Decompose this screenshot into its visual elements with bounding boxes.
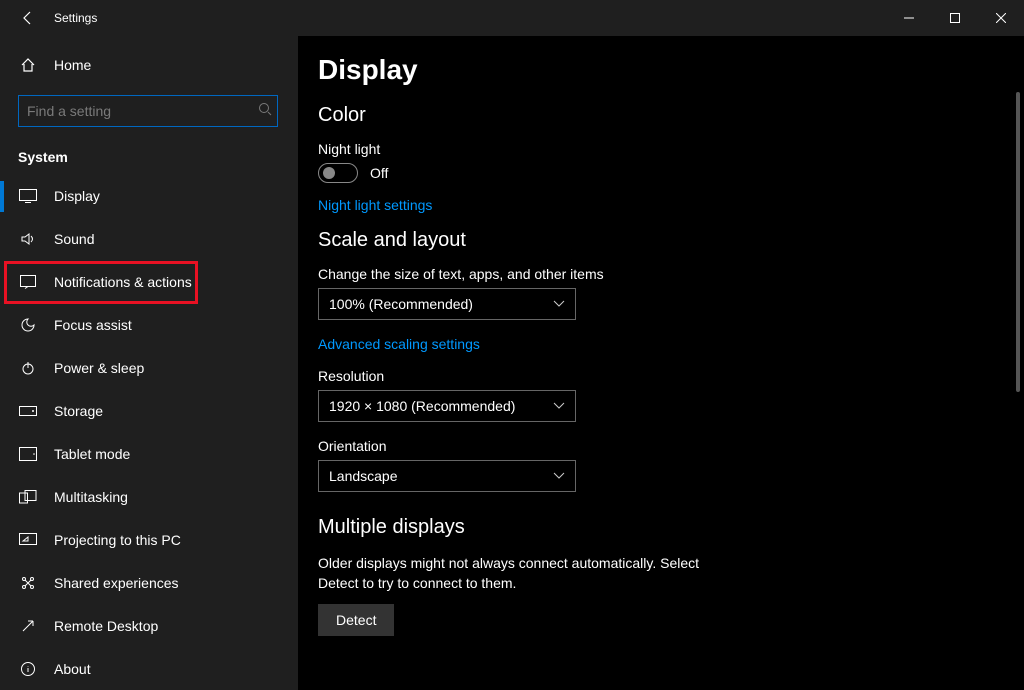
scrollbar[interactable] (1016, 92, 1020, 392)
power-icon (18, 360, 38, 376)
orientation-label: Orientation (318, 438, 1024, 454)
sidebar-item-projecting[interactable]: Projecting to this PC (0, 518, 298, 561)
chevron-down-icon (553, 402, 565, 410)
sidebar-item-label: Tablet mode (54, 446, 130, 462)
window-title: Settings (54, 11, 97, 25)
focus-assist-icon (18, 317, 38, 333)
chevron-down-icon (553, 300, 565, 308)
sidebar-item-notifications[interactable]: Notifications & actions (4, 261, 198, 304)
scale-select-value: 100% (Recommended) (329, 296, 473, 312)
search-input[interactable] (18, 95, 278, 127)
sidebar-item-storage[interactable]: Storage (0, 390, 298, 433)
sidebar: Home System Display Sound Notifications … (0, 36, 298, 690)
advanced-scaling-link[interactable]: Advanced scaling settings (318, 336, 480, 352)
scale-heading: Scale and layout (318, 229, 1024, 252)
sidebar-item-label: Projecting to this PC (54, 532, 181, 548)
sidebar-item-label: Remote Desktop (54, 618, 158, 634)
sound-icon (18, 231, 38, 247)
sidebar-item-label: Multitasking (54, 489, 128, 505)
sidebar-item-focus-assist[interactable]: Focus assist (0, 304, 298, 347)
shared-icon (18, 575, 38, 591)
sidebar-item-label: Display (54, 188, 100, 204)
remote-desktop-icon (18, 618, 38, 634)
resolution-select-value: 1920 × 1080 (Recommended) (329, 398, 515, 414)
close-button[interactable] (978, 0, 1024, 36)
notifications-icon (18, 275, 38, 289)
sidebar-item-label: Focus assist (54, 317, 132, 333)
sidebar-item-tablet-mode[interactable]: Tablet mode (0, 432, 298, 475)
night-light-label: Night light (318, 141, 1024, 157)
main-content: Display Color Night light Off Night ligh… (298, 36, 1024, 690)
about-icon (18, 661, 38, 677)
sidebar-item-remote-desktop[interactable]: Remote Desktop (0, 604, 298, 647)
window-controls (886, 0, 1024, 36)
multitasking-icon (18, 490, 38, 504)
sidebar-item-multitasking[interactable]: Multitasking (0, 475, 298, 518)
tablet-icon (18, 447, 38, 461)
resolution-label: Resolution (318, 368, 1024, 384)
sidebar-item-display[interactable]: Display (0, 175, 298, 218)
minimize-button[interactable] (886, 0, 932, 36)
sidebar-item-sound[interactable]: Sound (0, 218, 298, 261)
scale-label: Change the size of text, apps, and other… (318, 266, 1024, 282)
sidebar-section-label: System (0, 141, 298, 175)
page-title: Display (318, 54, 1024, 86)
color-heading: Color (318, 104, 1024, 127)
sidebar-item-label: Storage (54, 403, 103, 419)
sidebar-item-label: Notifications & actions (54, 274, 192, 290)
titlebar: Settings (0, 0, 1024, 36)
orientation-select[interactable]: Landscape (318, 460, 576, 492)
home-icon (18, 57, 38, 73)
chevron-down-icon (553, 472, 565, 480)
orientation-select-value: Landscape (329, 468, 398, 484)
night-light-settings-link[interactable]: Night light settings (318, 197, 432, 213)
maximize-button[interactable] (932, 0, 978, 36)
multiple-displays-heading: Multiple displays (318, 516, 1024, 539)
detect-button[interactable]: Detect (318, 604, 394, 636)
detect-button-label: Detect (336, 612, 376, 628)
sidebar-item-label: Sound (54, 231, 94, 247)
night-light-toggle[interactable] (318, 163, 358, 183)
sidebar-item-power-sleep[interactable]: Power & sleep (0, 347, 298, 390)
sidebar-item-label: Power & sleep (54, 360, 144, 376)
resolution-select[interactable]: 1920 × 1080 (Recommended) (318, 390, 576, 422)
sidebar-item-about[interactable]: About (0, 647, 298, 690)
projecting-icon (18, 533, 38, 547)
storage-icon (18, 406, 38, 416)
sidebar-item-label: Shared experiences (54, 575, 179, 591)
back-button[interactable] (16, 6, 40, 30)
sidebar-item-shared-experiences[interactable]: Shared experiences (0, 561, 298, 604)
night-light-state: Off (370, 165, 388, 181)
multiple-displays-desc: Older displays might not always connect … (318, 553, 718, 594)
scale-select[interactable]: 100% (Recommended) (318, 288, 576, 320)
sidebar-home[interactable]: Home (0, 44, 298, 87)
search-icon (258, 102, 272, 116)
display-icon (18, 189, 38, 203)
sidebar-home-label: Home (54, 57, 91, 73)
sidebar-item-label: About (54, 661, 91, 677)
